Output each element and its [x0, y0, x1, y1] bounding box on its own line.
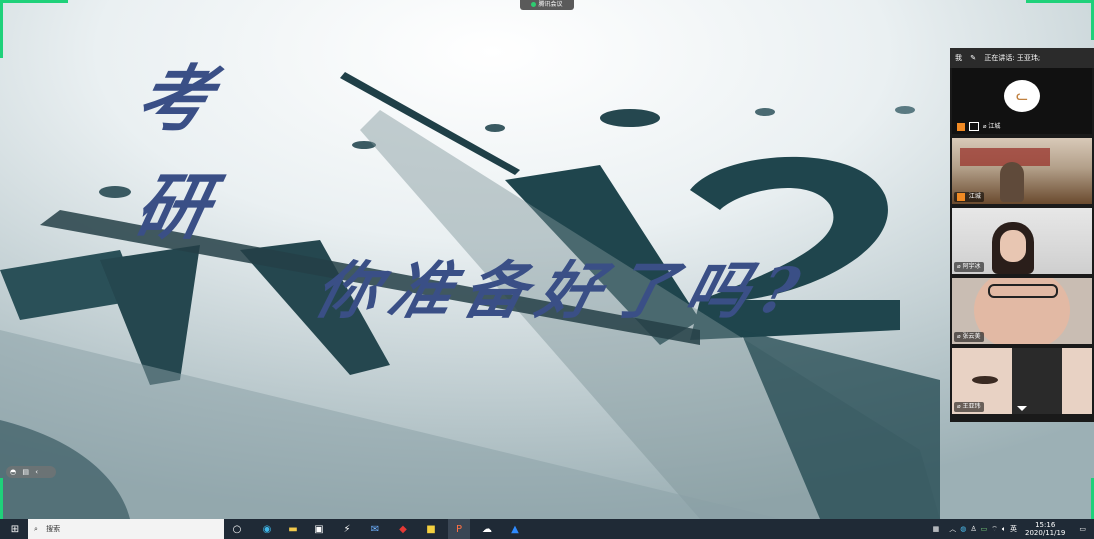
scroll-down-icon[interactable] [1017, 406, 1027, 411]
windows-taskbar: ⊞ ⌕ 搜索 ○ ◉ ▬ ▣ ⚡ ✉ ◆ ■ P ☁ ▲ ▦ ︿ ◍ ♙ ▭ ⌔… [0, 519, 1094, 539]
share-frame-corner-bl-v [0, 478, 3, 519]
ime-indicator[interactable]: 英 [1010, 524, 1017, 534]
network-icon[interactable]: ⌔ [991, 525, 998, 534]
volume-icon[interactable]: 🔈︎ [1002, 525, 1006, 534]
speaking-indicator: 正在讲话: 王亚玮; [984, 54, 1041, 62]
tray-user-icon[interactable]: ♙ [970, 525, 976, 533]
taskbar-search-box[interactable]: ⌕ 搜索 [28, 519, 224, 539]
tencent-meeting-icon[interactable]: ▲ [504, 519, 526, 539]
file-explorer-icon[interactable]: ▬ [282, 519, 304, 539]
participant-tile-5[interactable]: ⌀ 王亚玮 [952, 348, 1092, 414]
calculator-icon[interactable]: ▦ [933, 525, 940, 533]
clock[interactable]: 15:16 2020/11/19 [1025, 521, 1065, 537]
collapse-icon[interactable]: ‹ [35, 468, 38, 476]
search-icon: ⌕ [34, 525, 38, 533]
slide-slogan: 你准备好了吗? [307, 254, 819, 327]
muted-mic-icon: ⌀ [957, 403, 961, 410]
edge-browser-icon[interactable]: ◉ [256, 519, 278, 539]
participant-tile-2[interactable]: 江城 [952, 138, 1092, 204]
wechat-icon[interactable]: ☁ [476, 519, 498, 539]
app-red-icon[interactable]: ◆ [392, 519, 414, 539]
host-icon [957, 192, 965, 201]
participant-tile-1[interactable]: ᓚ ⌀ 江城 [952, 68, 1092, 134]
screen-share-icon [968, 122, 979, 131]
participant-face [1000, 230, 1026, 262]
clock-time: 15:16 [1035, 521, 1056, 529]
host-icon [957, 122, 965, 131]
powerpoint-icon[interactable]: P [448, 519, 470, 539]
mic-icon[interactable]: ◓ [10, 468, 16, 476]
meeting-status-pill[interactable]: 腾讯会议 [520, 0, 574, 10]
tray-display-icon[interactable]: ▭ [981, 525, 988, 533]
clock-date: 2020/11/19 [1025, 529, 1066, 537]
mic-icon: ✎ [970, 54, 977, 62]
share-frame-corner-tl [0, 0, 68, 3]
task-view-icon[interactable]: ○ [226, 519, 248, 539]
muted-mic-icon: ⌀ [957, 333, 961, 340]
floating-toolbar[interactable]: ◓ ▤ ‹ [6, 466, 56, 478]
participant-name-label: ⌀ 江城 [954, 122, 1003, 132]
participant-hair [1012, 348, 1062, 414]
avatar: ᓚ [1004, 80, 1040, 112]
participant-name-label: 江城 [954, 192, 984, 202]
muted-mic-icon: ⌀ [957, 263, 961, 270]
share-frame-corner-tl-v [0, 0, 3, 58]
system-tray: ▦ ︿ ◍ ♙ ▭ ⌔ 🔈︎ 英 15:16 2020/11/19 ▭ [933, 519, 1094, 539]
glasses [988, 284, 1058, 298]
sticky-notes-icon[interactable]: ■ [420, 519, 442, 539]
recording-dot-icon [531, 2, 537, 7]
mail-icon[interactable]: ✉ [364, 519, 386, 539]
participant-video [1000, 162, 1024, 202]
tray-app-icon[interactable]: ◍ [960, 525, 966, 533]
search-placeholder: 搜索 [46, 525, 61, 533]
participant-tile-4[interactable]: ⌀ 张云美 [952, 278, 1092, 344]
participant-name-label: ⌀ 张云美 [954, 332, 984, 342]
panel-header: 我 ✎ 正在讲话: 王亚玮; [950, 48, 1094, 68]
participant-name-label: ⌀ 王亚玮 [954, 402, 984, 412]
windows-start-icon[interactable]: ⊞ [4, 519, 26, 539]
meeting-app-name: 腾讯会议 [538, 1, 563, 8]
shared-screen: 腾讯会议 考 研 你准备好了吗? 我 ✎ 正在讲话: 王亚玮; ᓚ ⌀ 江城 江… [0, 0, 1094, 519]
store-icon[interactable]: ▣ [308, 519, 330, 539]
participant-eye [972, 376, 998, 384]
participant-name-label: ⌀ 阿宇冰 [954, 262, 984, 272]
app-bolt-icon[interactable]: ⚡ [336, 519, 358, 539]
keyboard-icon[interactable]: ▤ [22, 468, 29, 476]
muted-mic-icon: ⌀ [982, 123, 987, 130]
participant-tile-3[interactable]: ⌀ 阿宇冰 [952, 208, 1092, 274]
participants-panel: 我 ✎ 正在讲话: 王亚玮; ᓚ ⌀ 江城 江城 ⌀ 阿宇冰 ⌀ 张云美 ⌀ 王… [950, 48, 1094, 422]
me-label: 我 [955, 54, 962, 62]
share-frame-corner-tr [1026, 0, 1094, 3]
tray-chevron-icon[interactable]: ︿ [949, 524, 956, 534]
notification-icon[interactable]: ▭ [1079, 525, 1086, 533]
